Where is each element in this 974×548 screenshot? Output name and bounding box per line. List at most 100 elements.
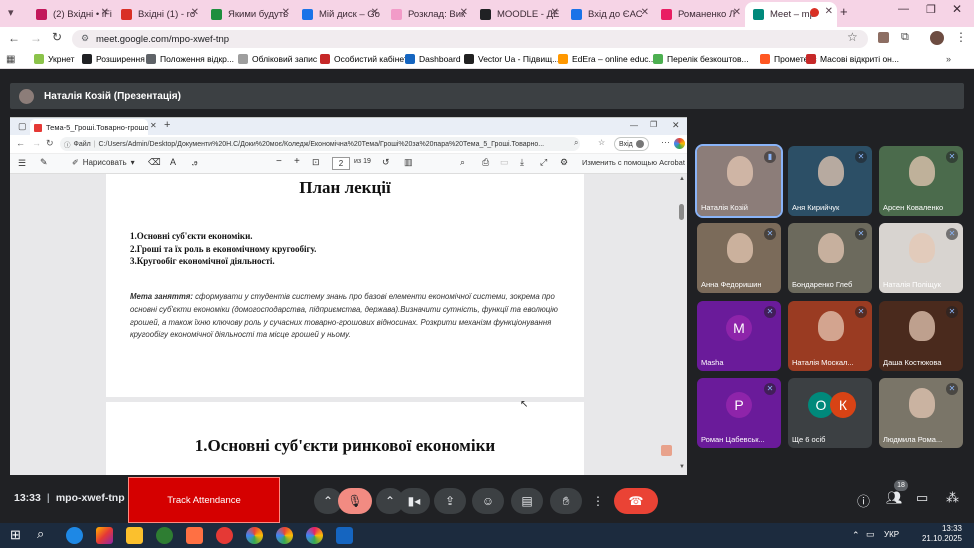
close-window-icon[interactable]: ✕: [952, 2, 962, 16]
bookmark-item[interactable]: Особистий кабінет: [320, 54, 408, 64]
track-attendance-button[interactable]: Track Attendance: [128, 477, 280, 523]
participant-tile[interactable]: ✕ Людмила Рома...: [879, 378, 963, 448]
chrome-icon[interactable]: [246, 527, 263, 544]
copilot-icon[interactable]: [674, 138, 685, 149]
network-icon[interactable]: ▭: [866, 529, 875, 540]
more-options-button[interactable]: ⋮: [586, 488, 610, 514]
chrome-pink-icon[interactable]: [306, 527, 323, 544]
tab-close-icon[interactable]: ✕: [371, 7, 379, 18]
shared-tab-close-icon[interactable]: ✕: [150, 121, 157, 130]
present-screen-button[interactable]: ⇪: [434, 488, 466, 514]
extensions-puzzle-icon[interactable]: ⧉: [901, 31, 909, 44]
tab-close-icon[interactable]: ✕: [733, 7, 741, 18]
camera-toggle-button[interactable]: ▮◂: [398, 488, 430, 514]
eraser-icon[interactable]: ⌫: [148, 157, 161, 168]
app-green-icon[interactable]: [156, 527, 173, 544]
shared-tab-menu-icon[interactable]: ▢: [18, 121, 27, 132]
tab-close-icon[interactable]: ✕: [460, 7, 468, 18]
shared-menu-icon[interactable]: ⋯: [661, 137, 670, 148]
participant-tile[interactable]: P ✕ Роман Цабевськ...: [697, 378, 781, 448]
pdf-viewer[interactable]: План лекції 1.Основні суб'єкти економіки…: [10, 174, 687, 475]
tab-menu[interactable]: ▾: [0, 0, 28, 27]
emoji-reactions-button[interactable]: ☺: [472, 488, 504, 514]
bookmark-star-icon[interactable]: ☆: [847, 30, 858, 44]
text-icon[interactable]: ꭿ: [192, 157, 197, 168]
system-clock[interactable]: 13:33 21.10.2025: [908, 524, 962, 544]
shared-maximize-icon[interactable]: ❐: [650, 120, 657, 129]
shared-address-bar[interactable]: ⓘ Файл | C:/Users/Admin/Desktop/Документ…: [60, 137, 580, 151]
participant-tile[interactable]: ✕ Наталія Москал...: [788, 301, 872, 371]
browser-tab[interactable]: Вхідні (1) - ro ✕: [113, 3, 203, 25]
fullscreen-icon[interactable]: ⤢: [540, 157, 547, 168]
pdf-settings-icon[interactable]: ⚙: [560, 157, 568, 168]
pdf-search-icon[interactable]: ⌕: [460, 157, 465, 168]
bookmark-item[interactable]: Перелік безкоштов...: [653, 54, 749, 64]
captions-button[interactable]: ▤: [511, 488, 543, 514]
save-icon[interactable]: ▭: [500, 157, 509, 168]
browser-tab[interactable]: MOODLE - ДЕ ✕: [472, 3, 563, 25]
language-indicator[interactable]: УКР: [884, 530, 899, 539]
shared-reload-icon[interactable]: ↻: [46, 138, 54, 149]
browser-menu-icon[interactable]: ⋮: [955, 30, 967, 44]
bookmark-item[interactable]: Масові відкриті он...: [806, 54, 899, 64]
save-as-icon[interactable]: ⤓: [520, 157, 524, 168]
participant-tile[interactable]: ✕ Анна Федоришин: [697, 223, 781, 293]
browser-tab[interactable]: Мій диск – Go ✕: [294, 3, 383, 25]
zoom-in-icon[interactable]: +: [294, 156, 300, 167]
mic-toggle-button[interactable]: 🎙︎: [338, 488, 372, 514]
bookmark-item[interactable]: Обліковий запис: [238, 54, 317, 64]
bookmark-item[interactable]: Укрнет: [34, 54, 75, 64]
extension-icon[interactable]: [878, 32, 889, 43]
participant-tile[interactable]: ▮ Наталія Козій: [695, 144, 783, 218]
sign-in-button[interactable]: Вхід: [614, 137, 649, 151]
participant-tile[interactable]: ✕ Бондаренко Глеб: [788, 223, 872, 293]
tab-search-icon[interactable]: ▾: [8, 6, 14, 19]
shared-close-icon[interactable]: ✕: [672, 120, 680, 131]
rotate-icon[interactable]: ↺: [382, 157, 390, 168]
people-button[interactable]: 👥︎: [886, 490, 903, 506]
participant-tile[interactable]: ✕ Даша Костюкова: [879, 301, 963, 371]
address-bar[interactable]: ⚙ meet.google.com/mpo-xwef-tnp: [72, 30, 868, 48]
app-icon[interactable]: [96, 527, 113, 544]
tray-chevron-icon[interactable]: ⌃: [852, 530, 860, 541]
browser-tab[interactable]: Meet – mp ✕: [745, 2, 837, 27]
maximize-icon[interactable]: ❐: [926, 3, 936, 16]
participant-tile[interactable]: ✕ Аня Кирийчук: [788, 146, 872, 216]
site-info-icon[interactable]: ⚙: [81, 33, 89, 44]
tab-close-icon[interactable]: ✕: [641, 7, 649, 18]
draw-button[interactable]: ✐ Нарисовать ▾: [72, 158, 135, 167]
forward-icon[interactable]: →: [30, 31, 42, 45]
bookmark-item[interactable]: Положення відкр...: [146, 54, 234, 64]
acrobat-icon[interactable]: [661, 445, 672, 456]
word-icon[interactable]: [336, 527, 353, 544]
browser-tab[interactable]: Розклад: Вик ✕: [383, 3, 472, 25]
meeting-details-icon[interactable]: ⓘ: [857, 491, 870, 510]
app-orange-icon[interactable]: [186, 527, 203, 544]
file-explorer-icon[interactable]: [126, 527, 143, 544]
participant-tile[interactable]: О К Ще 6 осіб: [788, 378, 872, 448]
shared-zoom-icon[interactable]: ⌕: [574, 138, 578, 148]
fit-page-icon[interactable]: ⊡: [312, 157, 320, 168]
tab-close-icon[interactable]: ✕: [282, 7, 290, 18]
bookmark-item[interactable]: Розширення: [82, 54, 145, 64]
bookmark-item[interactable]: EdEra – online educ...: [558, 54, 656, 64]
edit-acrobat-button[interactable]: Изменить с помощью Acrobat: [582, 158, 685, 167]
pdf-scrollbar[interactable]: ▲ ▼: [679, 176, 685, 473]
activities-icon[interactable]: ⁂: [946, 490, 959, 506]
bookmark-item[interactable]: Vector Ua - Підвищ...: [464, 54, 559, 64]
browser-tab[interactable]: Якими будуть ✕: [203, 3, 294, 25]
shared-new-tab-icon[interactable]: +: [164, 119, 170, 131]
bookmark-item[interactable]: Dashboard: [405, 54, 461, 64]
participant-tile[interactable]: M ✕ Masha: [697, 301, 781, 371]
browser-tab[interactable]: Романенко Л ✕: [653, 3, 745, 25]
read-aloud-icon[interactable]: A: [170, 157, 176, 167]
chrome-profile-icon[interactable]: [276, 527, 293, 544]
highlight-icon[interactable]: ✎: [40, 157, 48, 168]
participant-tile[interactable]: ✕ Наталія Поліщук: [879, 223, 963, 293]
reload-icon[interactable]: ↻: [52, 30, 62, 44]
scrollbar-thumb[interactable]: [679, 204, 684, 220]
browser-tab[interactable]: Вхід до ЄАС ✕: [563, 3, 653, 25]
new-tab-icon[interactable]: +: [840, 4, 848, 19]
leave-call-button[interactable]: ☎︎: [614, 488, 658, 514]
chat-icon[interactable]: ▭: [916, 490, 928, 506]
